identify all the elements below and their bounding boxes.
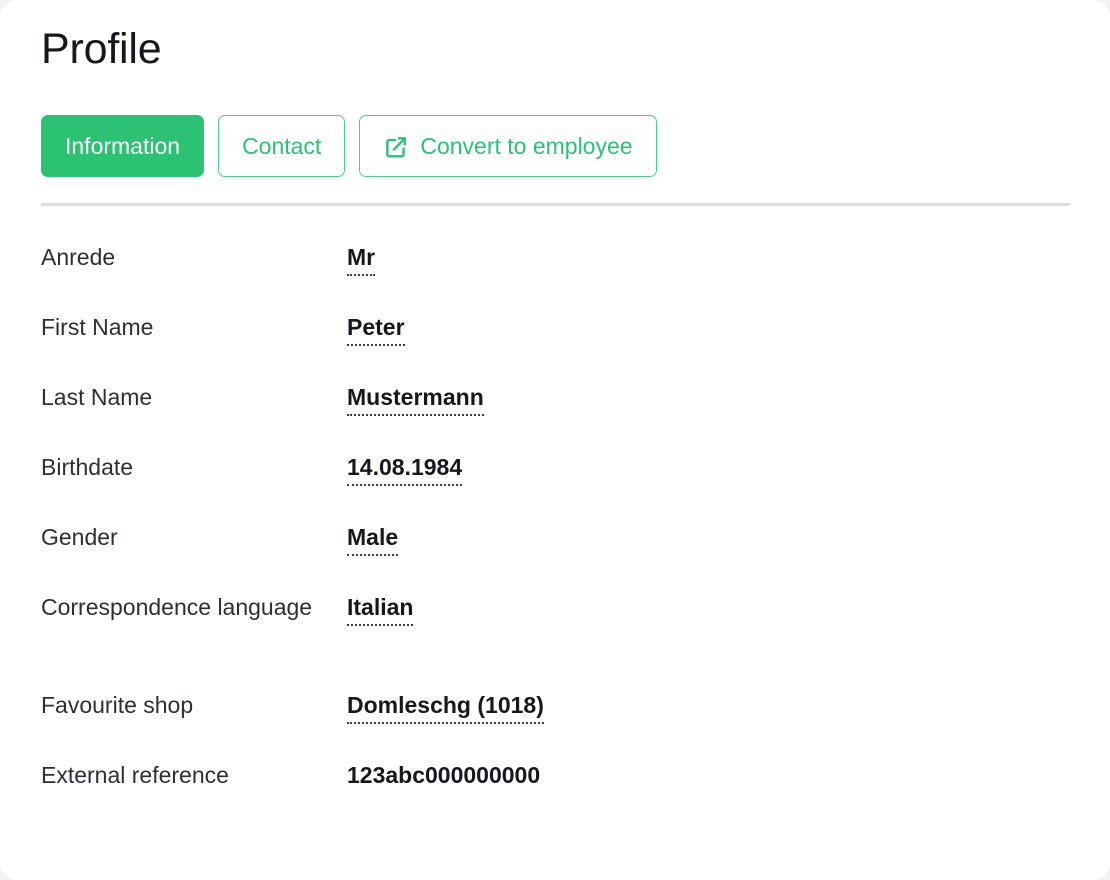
tab-bar: Information Contact Convert to employee	[41, 115, 657, 177]
field-value-favourite-shop[interactable]: Domleschg (1018)	[347, 691, 544, 724]
field-value-last-name[interactable]: Mustermann	[347, 383, 484, 416]
field-row-last-name: Last Name Mustermann	[41, 383, 1070, 453]
field-label: Last Name	[41, 384, 153, 410]
external-link-icon	[383, 134, 409, 160]
tab-contact[interactable]: Contact	[218, 115, 346, 177]
profile-field-list: Anrede Mr First Name Peter Last Name Musterma…	[41, 243, 1070, 831]
field-label: Birthdate	[41, 454, 134, 480]
section-divider	[41, 203, 1070, 206]
field-label: Gender	[41, 524, 118, 550]
tab-information[interactable]: Information	[41, 115, 205, 177]
field-row-gender: Gender Male	[41, 523, 1070, 593]
field-value-gender[interactable]: Male	[347, 523, 399, 556]
field-value-first-name[interactable]: Peter	[347, 313, 405, 346]
field-label: Favourite shop	[41, 692, 194, 718]
field-value-birthdate[interactable]: 14.08.1984	[347, 453, 463, 486]
tab-convert-to-employee[interactable]: Convert to employee	[359, 115, 657, 177]
field-row-external-reference: External reference 123abc000000000	[41, 761, 1070, 831]
page-title: Profile	[41, 25, 162, 73]
field-label: External reference	[41, 762, 229, 788]
field-row-birthdate: Birthdate 14.08.1984	[41, 453, 1070, 523]
field-row-anrede: Anrede Mr	[41, 243, 1070, 313]
field-label: Correspondence language	[41, 594, 313, 620]
field-label: Anrede	[41, 244, 116, 270]
field-value-correspondence-language[interactable]: Italian	[347, 593, 414, 626]
tab-label: Information	[65, 132, 181, 159]
field-row-first-name: First Name Peter	[41, 313, 1070, 383]
field-row-favourite-shop: Favourite shop Domleschg (1018)	[41, 691, 1070, 761]
profile-card: Profile Information Contact Convert to emp…	[0, 0, 1110, 880]
field-value-external-reference: 123abc000000000	[347, 762, 541, 788]
field-row-correspondence-language: Correspondence language Italian	[41, 593, 1070, 663]
tab-label: Contact	[242, 132, 322, 159]
field-label: First Name	[41, 314, 154, 340]
tab-label: Convert to employee	[420, 132, 633, 159]
field-value-anrede[interactable]: Mr	[347, 243, 376, 276]
